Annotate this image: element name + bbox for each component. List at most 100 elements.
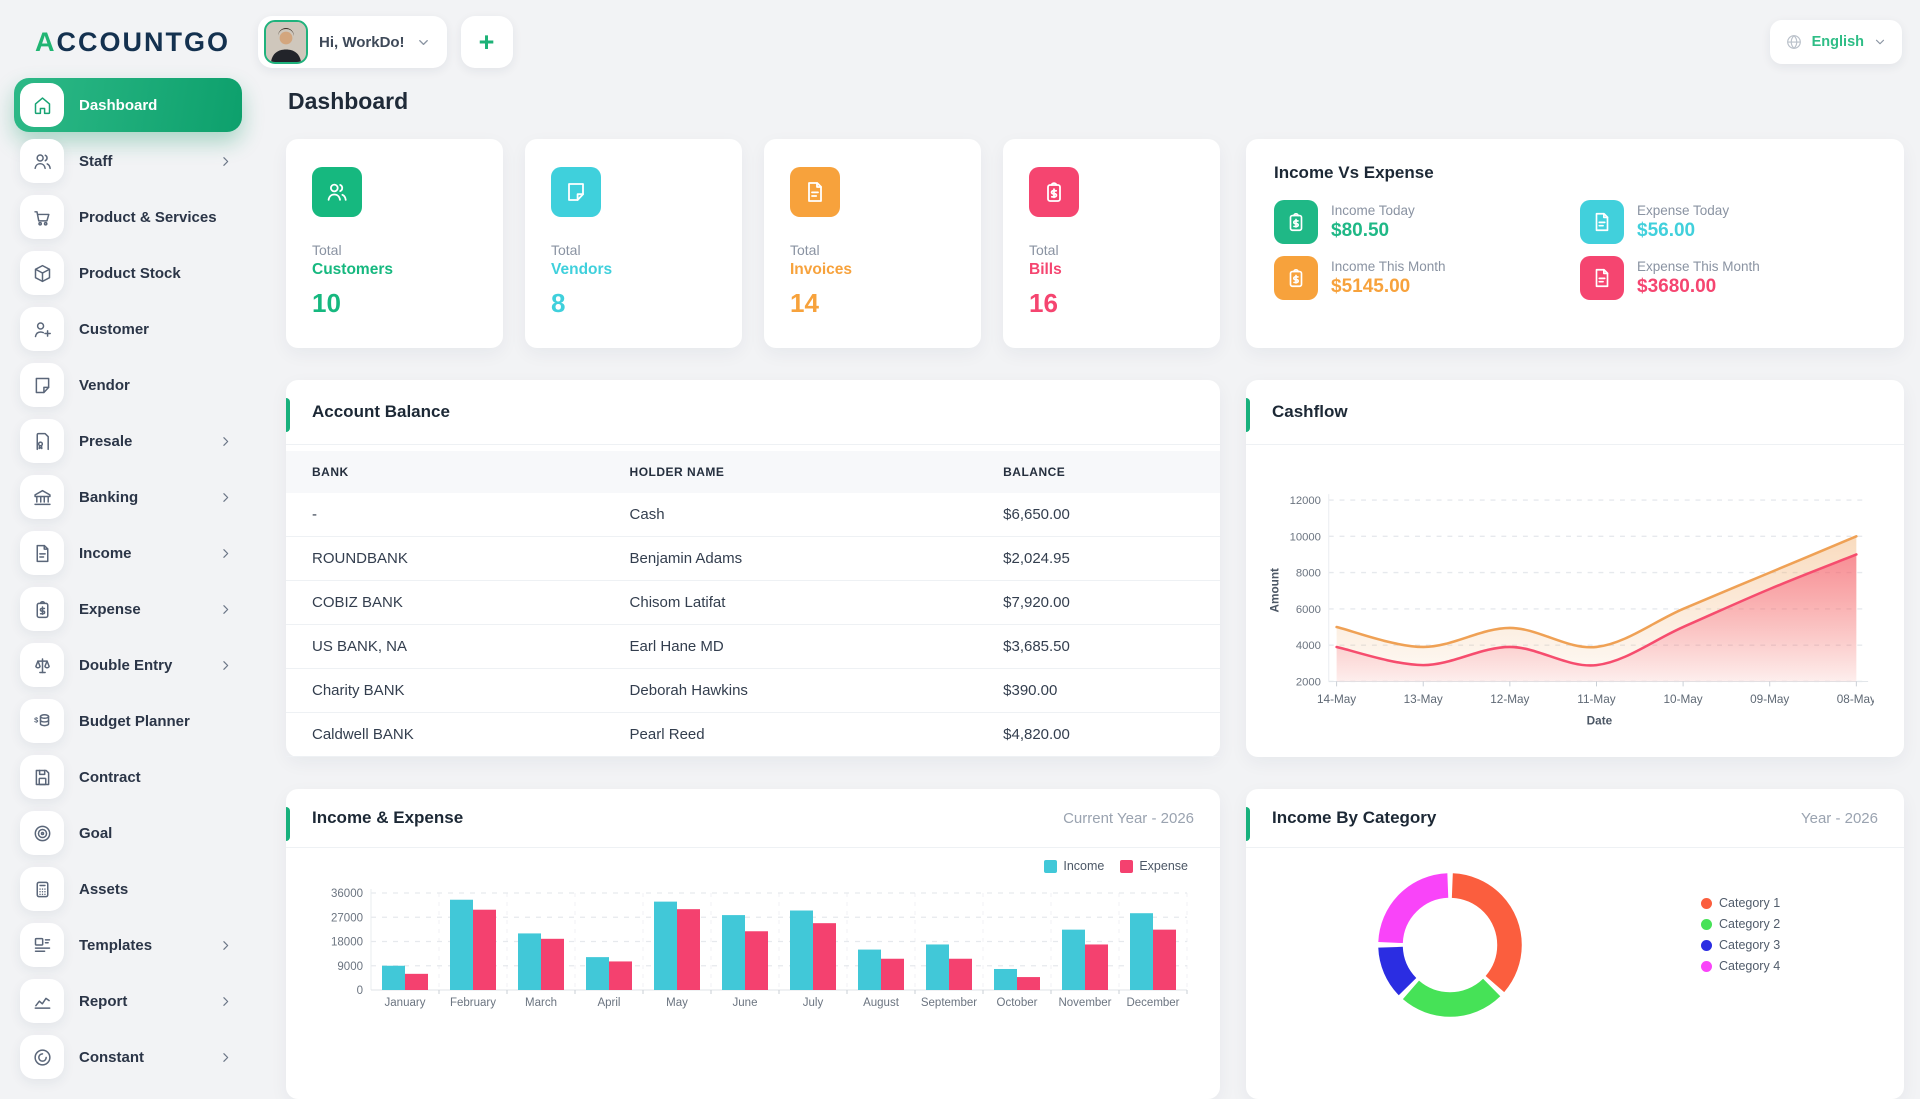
svg-text:July: July xyxy=(803,997,824,1009)
sidebar-item-dashboard[interactable]: Dashboard xyxy=(14,78,242,132)
chevron-right-icon xyxy=(219,491,232,504)
table-cell: Benjamin Adams xyxy=(603,536,978,581)
clipboard-dollar-icon xyxy=(20,587,64,631)
chevron-right-icon xyxy=(219,547,232,560)
income-vs-expense-panel: Income Vs Expense Income Today $80.50 Ex… xyxy=(1246,139,1904,348)
table-row: Charity BANK Deborah Hawkins $390.00 xyxy=(286,668,1220,713)
home-icon xyxy=(20,83,64,127)
language-selector[interactable]: English xyxy=(1769,20,1902,64)
sidebar-item-goal[interactable]: Goal xyxy=(14,806,242,860)
save-icon xyxy=(20,755,64,799)
sidebar-item-vendor[interactable]: Vendor xyxy=(14,358,242,412)
stat-prefix: Total xyxy=(312,242,342,258)
table-cell: COBIZ BANK xyxy=(286,580,604,625)
user-menu[interactable]: Hi, WorkDo! xyxy=(258,16,447,68)
file-badge-icon xyxy=(20,419,64,463)
clipboard-dollar-icon xyxy=(1274,200,1318,244)
metric-label: Income Today xyxy=(1331,202,1415,218)
bank-icon xyxy=(20,475,64,519)
income-expense-chart: 0 9000 18000 27000 36000 January February March… xyxy=(331,888,1188,1009)
sidebar-item-double-entry[interactable]: Double Entry xyxy=(14,638,242,692)
chevron-right-icon xyxy=(219,603,232,616)
svg-text:6000: 6000 xyxy=(1296,604,1321,616)
stat-card-customers: Total Customers 10 xyxy=(286,139,503,348)
sidebar-item-budget-planner[interactable]: $ Budget Planner xyxy=(14,694,242,748)
user-greeting: Hi, WorkDo! xyxy=(319,33,405,51)
cashflow-chart-area: 2000 4000 6000 8000 10000 12000 14-May 13-May 12… xyxy=(1246,445,1904,734)
sidebar-item-contract[interactable]: Contract xyxy=(14,750,242,804)
metric-label: Expense This Month xyxy=(1637,258,1760,274)
sidebar-item-product-services[interactable]: Product & Services xyxy=(14,190,242,244)
income-expense-legend: Income Expense xyxy=(310,850,1196,873)
sidebar-item-product-stock[interactable]: Product Stock xyxy=(14,246,242,300)
stat-label: Customers xyxy=(312,261,393,278)
income-by-category-header: Income By Category Year - 2026 xyxy=(1246,789,1904,848)
svg-text:January: January xyxy=(385,997,426,1009)
metric-value: $3680.00 xyxy=(1637,275,1717,297)
cashflow-chart: 2000 4000 6000 8000 10000 12000 14-May 13-May 12… xyxy=(1269,494,1876,728)
account-balance-header: Account Balance xyxy=(286,380,1220,445)
sidebar-item-expense[interactable]: Expense xyxy=(14,582,242,636)
table-cell: Cash xyxy=(603,493,978,537)
svg-text:09-May: 09-May xyxy=(1750,693,1789,706)
brand-logo: ACCOUNTGO xyxy=(35,27,258,58)
table-cell: - xyxy=(286,493,604,537)
clipboard-dollar-icon xyxy=(1029,167,1079,217)
table-cell: Chisom Latifat xyxy=(603,580,978,625)
income-by-category-chart xyxy=(1378,873,1522,1017)
table-cell: $3,685.50 xyxy=(977,624,1220,669)
stat-prefix: Total xyxy=(790,242,820,258)
sidebar-item-templates[interactable]: Templates xyxy=(14,918,242,972)
svg-text:14-May: 14-May xyxy=(1317,693,1356,706)
legend-dot xyxy=(1701,918,1712,930)
table-header: BANK HOLDER NAME BALANCE xyxy=(286,451,1220,493)
account-balance-title: Account Balance xyxy=(312,402,450,421)
metric-income-today: Income Today $80.50 xyxy=(1274,200,1570,244)
stat-value: 8 xyxy=(551,288,566,318)
scale-icon xyxy=(20,643,64,687)
svg-text:12-May: 12-May xyxy=(1490,693,1529,706)
legend-item-category-1: Category 1 xyxy=(1701,896,1780,910)
users-icon xyxy=(20,139,64,183)
table-cell: Earl Hane MD xyxy=(603,624,978,669)
table-cell: Caldwell BANK xyxy=(286,712,604,757)
svg-text:August: August xyxy=(863,997,900,1009)
sidebar: Dashboard Staff Product & Services Produ… xyxy=(0,72,256,1086)
stat-value: 14 xyxy=(790,288,819,318)
svg-text:18000: 18000 xyxy=(331,937,363,949)
svg-text:October: October xyxy=(997,997,1038,1009)
svg-text:September: September xyxy=(921,997,977,1009)
file-text-icon xyxy=(1580,200,1624,244)
svg-text:December: December xyxy=(1126,997,1179,1009)
svg-text:November: November xyxy=(1058,997,1111,1009)
cashflow-title: Cashflow xyxy=(1272,402,1348,421)
svg-text:April: April xyxy=(597,997,620,1009)
stat-value: 16 xyxy=(1029,288,1058,318)
column-header: BALANCE xyxy=(977,451,1220,493)
sidebar-item-presale[interactable]: Presale xyxy=(14,414,242,468)
chevron-down-icon xyxy=(416,35,431,50)
stat-label: Vendors xyxy=(551,261,613,278)
sidebar-item-banking[interactable]: Banking xyxy=(14,470,242,524)
chevron-right-icon xyxy=(219,1051,232,1064)
file-text-icon xyxy=(1580,256,1624,300)
sidebar-item-assets[interactable]: Assets xyxy=(14,862,242,916)
table-cell: $2,024.95 xyxy=(977,536,1220,581)
users-icon xyxy=(312,167,362,217)
svg-text:June: June xyxy=(733,997,758,1009)
metric-value: $56.00 xyxy=(1637,219,1696,241)
income-expense-chart-area: Income Expense 0 9000 18000 27000 36000 Januar… xyxy=(286,848,1220,1050)
chevron-right-icon xyxy=(219,435,232,448)
add-button[interactable]: + xyxy=(460,16,513,68)
sidebar-item-constant[interactable]: Constant xyxy=(14,1030,242,1084)
legend-swatch xyxy=(1044,859,1058,873)
sidebar-item-income[interactable]: Income xyxy=(14,526,242,580)
table-row: - Cash $6,650.00 xyxy=(286,493,1220,537)
sidebar-item-report[interactable]: Report xyxy=(14,974,242,1028)
sidebar-item-staff[interactable]: Staff xyxy=(14,134,242,188)
sidebar-item-customer[interactable]: Customer xyxy=(14,302,242,356)
brand-logo-accent: A xyxy=(35,26,57,57)
income-expense-subtitle: Current Year - 2026 xyxy=(1063,809,1194,827)
column-header: HOLDER NAME xyxy=(603,451,978,493)
cashflow-panel: Cashflow 2000 4000 6000 8000 10000 12000 14-Ma… xyxy=(1246,380,1904,757)
